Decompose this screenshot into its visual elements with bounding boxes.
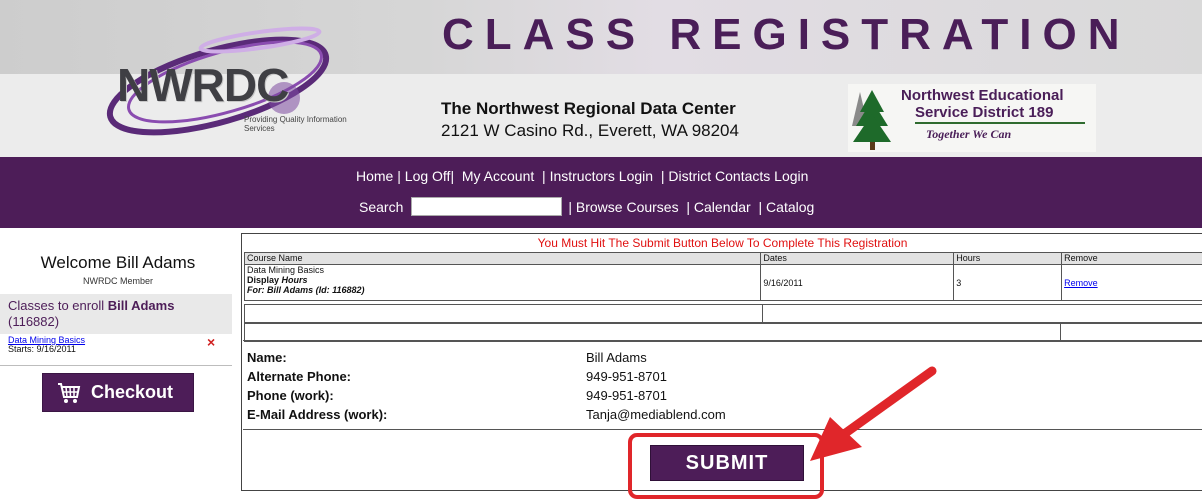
nav-my-account-link[interactable]: My Account (462, 168, 534, 184)
course-name: Data Mining Basics (247, 265, 325, 275)
org-name: The Northwest Regional Data Center (441, 99, 736, 118)
column-header-hours: Hours (953, 252, 1063, 265)
column-header-course-name: Course Name (243, 252, 762, 265)
search-input[interactable] (411, 197, 563, 216)
shopping-cart-icon (58, 382, 81, 403)
org-block: The Northwest Regional Data Center 2121 … (441, 99, 841, 141)
search-label: Search (359, 198, 404, 215)
submit-highlight-annotation (628, 433, 824, 499)
nav-instructors-login-link[interactable]: Instructors Login (550, 168, 654, 184)
org-address: 2121 W Casino Rd., Everett, WA 98204 (441, 121, 739, 140)
page-header: NWRDC Providing Quality Information Serv… (0, 0, 1202, 157)
sidebar-divider (0, 365, 232, 366)
nav-catalog-link[interactable]: Catalog (766, 199, 814, 215)
course-cell: Data Mining Basics Display Hours For: Bi… (243, 264, 762, 301)
blank-row-left (244, 304, 763, 323)
sidebar: Welcome Bill Adams NWRDC Member Classes … (0, 233, 236, 504)
nav-calendar-link[interactable]: Calendar (694, 199, 751, 215)
esd-underline (915, 122, 1085, 124)
welcome-heading: Welcome Bill Adams (40, 253, 196, 272)
checkout-button[interactable]: Checkout (42, 373, 194, 412)
table-row: Data Mining Basics Display Hours For: Bi… (243, 264, 1202, 301)
remove-course-link[interactable]: Remove (1064, 278, 1098, 288)
display-value: Hours (281, 275, 308, 285)
nav-row-top: Home | Log Off| My Account | Instructors… (356, 168, 809, 184)
nav-district-contacts-login-link[interactable]: District Contacts Login (668, 168, 808, 184)
nwrdc-logo-text: NWRDC (117, 59, 289, 111)
submit-notice: You Must Hit The Submit Button Below To … (537, 236, 908, 250)
logo-tagline: Providing Quality Information Services (244, 115, 347, 133)
enrolled-class-start: Starts: 9/16/2011 (8, 344, 76, 354)
nav-browse-courses-link[interactable]: Browse Courses (576, 199, 679, 215)
nav-row-bottom: Search | Browse Courses | Calendar | Cat… (359, 197, 815, 216)
info-divider-lower (243, 429, 1202, 430)
enroll-box: Classes to enroll Bill Adams (116882) (0, 294, 232, 334)
display-prefix: Display (247, 275, 280, 285)
checkout-label: Checkout (91, 382, 174, 402)
remove-cell: Remove (1061, 264, 1202, 301)
member-status: NWRDC Member (82, 276, 153, 286)
course-table: Course Name Dates Hours Remove Data Mini… (243, 252, 1202, 301)
red-arrow-annotation-icon (810, 366, 937, 461)
column-header-remove: Remove (1061, 252, 1202, 265)
course-for-line: For: Bill Adams (Id: 116882) (247, 285, 365, 295)
esd-name-line2: Service District 189 (915, 104, 1054, 121)
nav-logoff-link[interactable]: Log Off (405, 168, 451, 184)
column-header-dates: Dates (760, 252, 955, 265)
course-hours: 3 (953, 264, 1063, 301)
blank-row-right (763, 304, 1202, 323)
tree-icon (852, 90, 891, 150)
enroll-id: (116882) (8, 314, 60, 329)
esd-name-line1: Northwest Educational (901, 87, 1064, 104)
nav-home-link[interactable]: Home (356, 168, 393, 184)
table-header-row: Course Name Dates Hours Remove (243, 252, 1202, 265)
enroll-name: Bill Adams (107, 298, 175, 313)
esd-slogan: Together We Can (926, 127, 1012, 141)
page-title: CLASS REGISTRATION (442, 10, 1131, 59)
esd-logo: Northwest Educational Service District 1… (848, 84, 1096, 152)
remove-class-icon[interactable]: × (207, 334, 215, 350)
main-nav: Home | Log Off| My Account | Instructors… (0, 157, 1202, 228)
course-dates: 9/16/2011 (760, 264, 955, 301)
info-divider (243, 340, 1202, 341)
enroll-prefix: Classes to enroll (8, 298, 105, 313)
